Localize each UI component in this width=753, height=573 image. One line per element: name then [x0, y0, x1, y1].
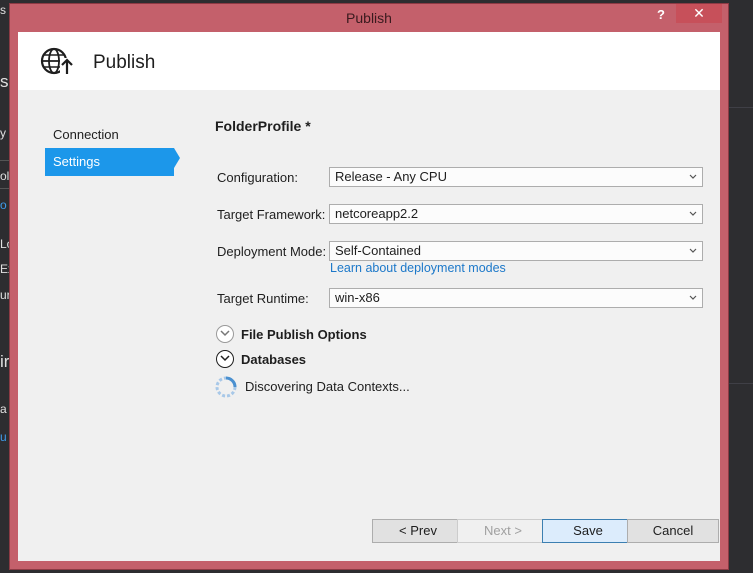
target-framework-select[interactable]: netcoreapp2.2	[329, 204, 703, 224]
ide-fragment: a	[0, 402, 7, 416]
ide-background-left: s sl y ol o Lo Ex ur ir a u	[0, 0, 10, 573]
nav-selection-arrow	[174, 148, 180, 168]
ide-background-right	[728, 0, 753, 573]
progress-status-text: Discovering Data Contexts...	[245, 379, 410, 394]
ide-fragment: ur	[0, 288, 10, 302]
globe-publish-icon	[40, 47, 74, 76]
dialog-client-area: Publish Connection Settings FolderProfil…	[18, 32, 720, 561]
chevron-down-icon	[689, 174, 697, 179]
configuration-value: Release - Any CPU	[335, 169, 447, 184]
help-button[interactable]: ?	[653, 7, 669, 23]
chevron-down-icon	[689, 295, 697, 300]
ide-fragment: s	[0, 3, 6, 17]
file-publish-options-label[interactable]: File Publish Options	[241, 327, 367, 342]
ide-fragment: Ex	[0, 262, 10, 276]
nav-item-settings[interactable]: Settings	[45, 148, 174, 176]
header-title: Publish	[93, 52, 156, 73]
target-framework-value: netcoreapp2.2	[335, 206, 419, 221]
configuration-select[interactable]: Release - Any CPU	[329, 167, 703, 187]
ide-fragment: sl	[0, 72, 10, 91]
dialog-title: Publish	[346, 10, 392, 26]
target-runtime-select[interactable]: win-x86	[329, 288, 703, 308]
prev-button[interactable]: < Prev	[372, 519, 464, 543]
target-framework-label: Target Framework:	[217, 207, 326, 222]
configuration-label: Configuration:	[217, 170, 298, 185]
ide-fragment: u	[0, 430, 7, 444]
next-button[interactable]: Next >	[457, 519, 549, 543]
chevron-down-icon	[689, 248, 697, 253]
cancel-button[interactable]: Cancel	[627, 519, 719, 543]
ide-fragment: ir	[0, 352, 10, 371]
dialog-titlebar[interactable]: Publish ? ✕	[10, 4, 728, 32]
chevron-down-icon	[689, 211, 697, 216]
publish-dialog: Publish ? ✕ Publish Connection Settings …	[10, 4, 728, 569]
deployment-mode-select[interactable]: Self-Contained	[329, 241, 703, 261]
loading-spinner-icon	[215, 376, 237, 398]
deployment-mode-value: Self-Contained	[335, 243, 421, 258]
target-runtime-label: Target Runtime:	[217, 291, 309, 306]
ide-fragment: o	[0, 198, 7, 212]
deployment-modes-link[interactable]: Learn about deployment modes	[330, 261, 506, 275]
ide-fragment: Lo	[0, 237, 10, 251]
dialog-header: Publish	[18, 32, 720, 90]
ide-fragment: ol	[0, 169, 10, 183]
chevron-down-icon	[220, 355, 230, 362]
databases-expander[interactable]	[216, 350, 234, 368]
chevron-down-icon	[220, 330, 230, 337]
close-button[interactable]: ✕	[676, 4, 722, 23]
target-runtime-value: win-x86	[335, 290, 380, 305]
ide-fragment: y	[0, 126, 6, 140]
nav-item-connection[interactable]: Connection	[45, 121, 174, 149]
file-publish-options-expander[interactable]	[216, 325, 234, 343]
deployment-mode-label: Deployment Mode:	[217, 244, 327, 259]
profile-title: FolderProfile *	[215, 118, 311, 134]
databases-label[interactable]: Databases	[241, 352, 306, 367]
save-button[interactable]: Save	[542, 519, 634, 543]
